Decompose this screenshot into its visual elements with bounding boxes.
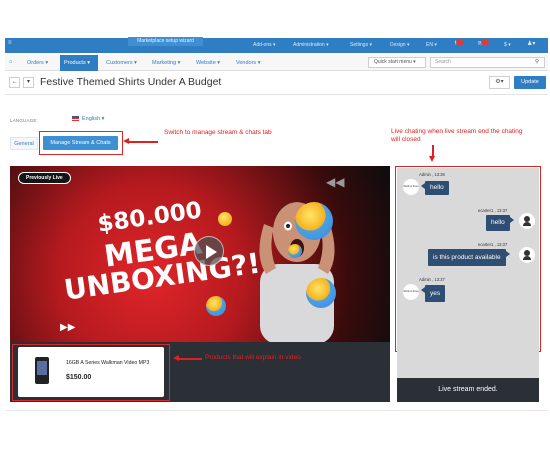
currency-menu[interactable]: $ ▾ (504, 42, 511, 48)
admin-avatar: Webkul Store (403, 284, 419, 300)
chat-author: Admin , 13:36 (419, 172, 445, 177)
app-window: Marketplace setup wizard ≡ Add-ons ▾ Adm… (0, 0, 550, 450)
nav-products[interactable]: Products ▾ (64, 60, 90, 66)
chat-message: hello (486, 215, 514, 231)
annotation-switch-tab: Switch to manage stream & chats tab (164, 129, 272, 136)
nav-orders[interactable]: Orders ▾ (27, 60, 48, 66)
notification-badge (456, 39, 464, 45)
annotation-product: Products that will explain in video (205, 354, 301, 361)
shocked-emoji-icon (218, 212, 232, 226)
person-image (259, 202, 335, 342)
search-icon[interactable]: ⚲ (535, 59, 539, 65)
shocked-emoji-icon (206, 296, 226, 316)
user-avatar-icon (519, 213, 535, 229)
play-button[interactable] (194, 236, 224, 266)
chat-author: ecarter1 , 13:37 (478, 242, 508, 247)
setup-wizard-link[interactable]: Marketplace setup wizard (128, 37, 203, 46)
language-label: LANGUAGE: (10, 118, 39, 123)
chat-panel-footer (397, 350, 539, 378)
language-value: English ▾ (82, 116, 105, 122)
home-icon[interactable]: ⌂ (9, 59, 12, 65)
nav-website[interactable]: Website ▾ (196, 60, 220, 66)
language-menu[interactable]: EN ▾ (426, 42, 437, 48)
back-button[interactable]: ← (9, 77, 20, 88)
menu-icon[interactable]: ≡ (8, 40, 12, 46)
tab-highlight-box (39, 131, 123, 155)
addons-menu[interactable]: Add-ons ▾ (253, 42, 276, 48)
search-input[interactable]: Search (430, 57, 545, 68)
annotation-chat-line-1: Live chating when live stream end the ch… (391, 128, 523, 135)
user-avatar-icon (519, 247, 535, 263)
tab-general[interactable]: General (10, 137, 38, 150)
previously-live-badge: Previously Live (18, 172, 71, 184)
top-admin-bar (5, 38, 548, 53)
administration-menu[interactable]: Administration ▾ (293, 42, 329, 48)
flag-icon (72, 116, 79, 121)
stream-ended-banner: Live stream ended. (397, 378, 539, 402)
video-player[interactable]: Previously Live ◀◀ $80.000 MEGA UNBOXING… (10, 166, 390, 342)
nav-vendors[interactable]: Vendors ▾ (236, 60, 260, 66)
design-menu[interactable]: Design ▾ (390, 42, 409, 48)
quick-start-menu[interactable]: Quick start menu ▾ (368, 57, 426, 68)
annotation-chat-line-2: will closed (391, 136, 421, 143)
chat-message: yes (420, 285, 446, 302)
nav-marketing[interactable]: Marketing ▾ (152, 60, 180, 66)
dropdown-button[interactable]: ▾ (23, 77, 34, 88)
product-highlight-box (12, 344, 170, 401)
nav-customers[interactable]: Customers ▾ (106, 60, 137, 66)
settings-menu[interactable]: Settings ▾ (350, 42, 372, 48)
page-title: Festive Themed Shirts Under A Budget (40, 76, 222, 88)
annotation-arrow-line (128, 141, 158, 143)
user-profile-icon[interactable]: ♟▾ (527, 40, 535, 47)
alerts-badge (481, 39, 489, 45)
update-button[interactable]: Update (514, 76, 546, 89)
chat-message: hello (421, 181, 449, 195)
chat-author: Admin , 13:37 (419, 277, 445, 282)
language-select[interactable]: English ▾ (72, 116, 104, 122)
shocked-emoji-icon (288, 244, 302, 258)
admin-avatar: Webkul Store (403, 179, 419, 195)
annotation-arrow-line (178, 358, 202, 360)
gear-icon[interactable]: ⚙▾ (489, 76, 510, 89)
divider (5, 94, 548, 95)
chat-author: ecarter1 , 13:37 (478, 208, 508, 213)
shocked-emoji-icon (295, 202, 333, 240)
chat-message: is this product available (428, 249, 510, 266)
fast-forward-icon[interactable]: ▶▶ (60, 322, 75, 333)
shocked-emoji-icon (306, 278, 336, 308)
divider (5, 410, 548, 411)
annotation-arrow-head (429, 156, 435, 162)
